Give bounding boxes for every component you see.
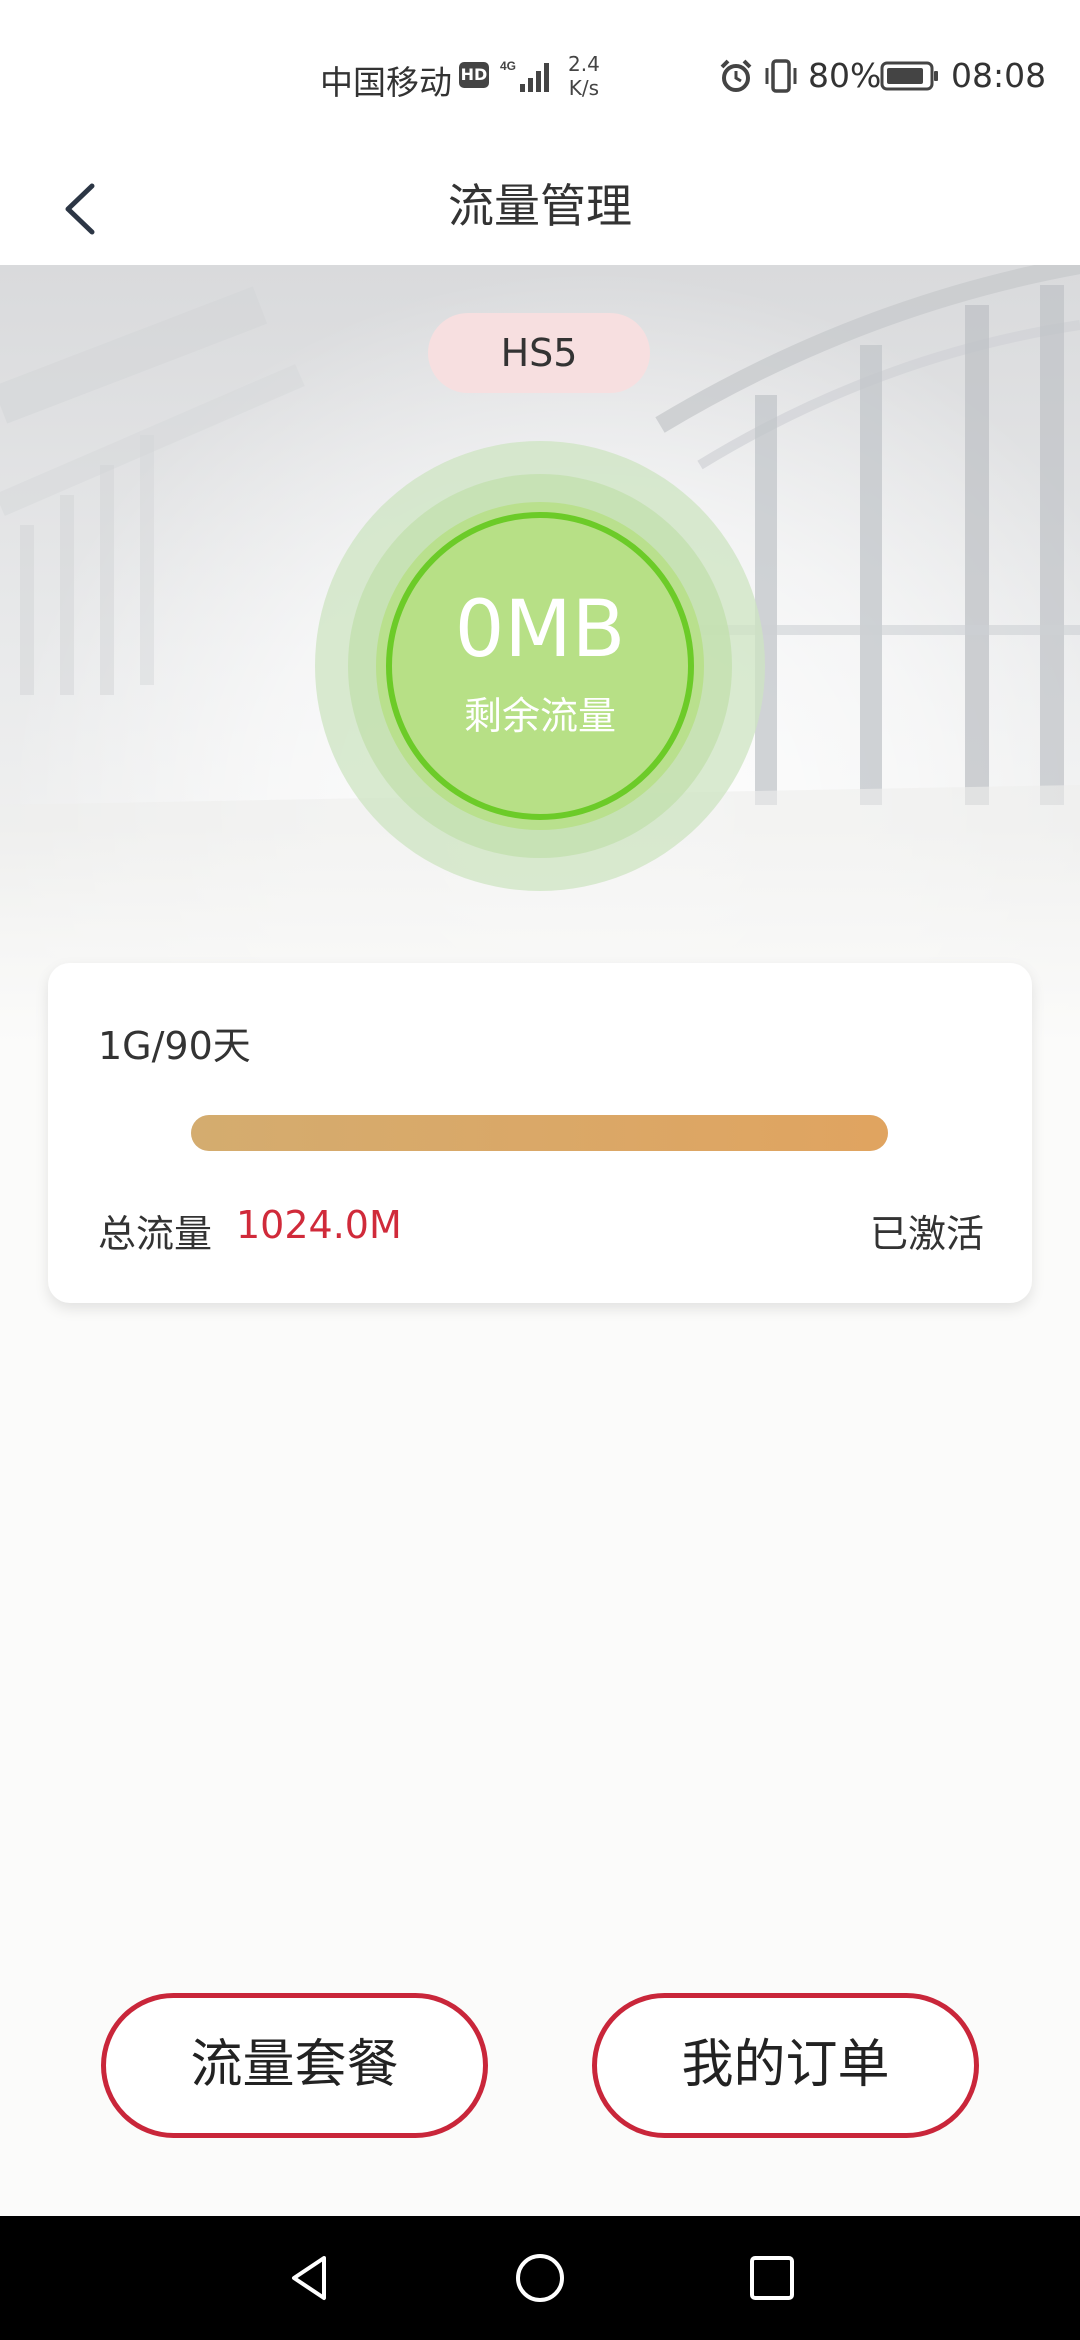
- carrier-name: 中国移动: [320, 63, 452, 102]
- nav-recents-icon[interactable]: [744, 2250, 800, 2306]
- page: 中国移动 HD 4G 2.4 K/s 80% 08:08 流量管理 HS5 0M…: [0, 0, 1080, 2340]
- network-type: 4G: [500, 59, 516, 73]
- remaining-data-value: 0MB: [454, 585, 626, 675]
- network-speed: 2.4 K/s: [568, 52, 600, 100]
- hero-section: HS5 0MB 剩余流量: [0, 265, 1080, 1045]
- nav-back-icon[interactable]: [282, 2250, 338, 2306]
- battery-icon: [880, 61, 938, 91]
- hd-icon: HD: [459, 62, 489, 88]
- battery-percent: 80%: [808, 56, 882, 95]
- speed-unit: K/s: [568, 76, 600, 100]
- usage-progress-fill: [191, 1115, 888, 1151]
- plan-card: 1G/90天 总流量 1024.0M 已激活: [48, 963, 1032, 1303]
- system-nav-bar: [0, 2216, 1080, 2340]
- page-title: 流量管理: [448, 179, 632, 233]
- alarm-icon: [720, 59, 752, 92]
- app-header: 流量管理: [0, 150, 1080, 265]
- nav-home-icon[interactable]: [512, 2250, 568, 2306]
- signal-icon: 4G: [500, 59, 549, 92]
- remaining-data-label: 剩余流量: [463, 694, 616, 738]
- plan-name: 1G/90天: [98, 1024, 251, 1068]
- speed-value: 2.4: [568, 52, 600, 76]
- usage-progress-bar: [191, 1115, 888, 1151]
- my-orders-button[interactable]: 我的订单: [592, 1993, 979, 2138]
- status-bar: 中国移动 HD 4G 2.4 K/s 80% 08:08: [0, 0, 1080, 150]
- data-plans-button[interactable]: 流量套餐: [101, 1993, 488, 2138]
- vibrate-icon: [765, 59, 797, 93]
- clock: 08:08: [951, 56, 1047, 95]
- device-badge: HS5: [428, 313, 650, 393]
- activation-status: 已激活: [869, 1212, 984, 1256]
- total-data-label: 总流量: [98, 1212, 213, 1256]
- total-data-value: 1024.0M: [236, 1203, 402, 1247]
